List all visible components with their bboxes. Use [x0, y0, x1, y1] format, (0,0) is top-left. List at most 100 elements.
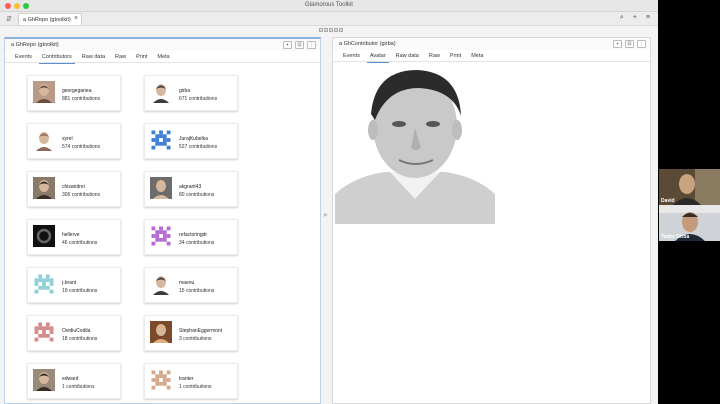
- avatar: [150, 81, 172, 103]
- contributor-name: girba: [179, 88, 191, 94]
- avatar: [150, 273, 172, 295]
- contribution-count: 1 contributions: [179, 384, 212, 390]
- avatar: [33, 225, 55, 247]
- more-icon[interactable]: ⋮: [637, 40, 646, 48]
- contributor-pane-title: a GhContributor (girba): [339, 41, 396, 47]
- contributor-card[interactable]: refactoringdr 34 contributions: [144, 219, 238, 255]
- avatar: [33, 81, 55, 103]
- window-title: Glamorous Toolkit: [305, 2, 353, 8]
- contributor-name: chisandrei: [62, 184, 85, 190]
- repo-pane-title: a GhRepo (gtoolkit): [11, 42, 59, 48]
- contribution-count: 19 contributions: [62, 288, 98, 294]
- contributor-name: edward: [62, 376, 79, 382]
- contributor-name: syrel: [62, 136, 73, 142]
- tab-print[interactable]: Print: [131, 51, 152, 63]
- tab-events[interactable]: Events: [338, 50, 365, 62]
- contributor-pane-actions: ▪ ⊡ ⋮: [613, 40, 646, 48]
- tab-raw[interactable]: Raw: [424, 50, 445, 62]
- avatar: [150, 369, 172, 391]
- participant-name: David: [661, 198, 675, 204]
- contributor-name: j-brant: [62, 280, 77, 286]
- avatar: [150, 129, 172, 151]
- contributor-name: StephanEggermont: [179, 328, 223, 334]
- contributor-name: georgeganea: [62, 88, 92, 94]
- tab-events[interactable]: Events: [10, 51, 37, 63]
- contribution-count: 46 contributions: [62, 240, 98, 246]
- app-window: Glamorous Toolkit ⇵ a GhRepo (gtoolkit) …: [0, 0, 658, 404]
- contributor-card[interactable]: maenu 15 contributions: [144, 267, 238, 303]
- tab-meta[interactable]: Meta: [152, 51, 174, 63]
- avatar: [150, 321, 172, 343]
- contribution-count: 1 contributions: [62, 384, 95, 390]
- contribution-count: 574 contributions: [62, 144, 101, 150]
- avatar: [150, 177, 172, 199]
- repo-pane-actions: ▪ ⊡ ⋮: [283, 41, 316, 49]
- participant-name: Tudor Gîrba: [661, 234, 690, 240]
- tab-raw[interactable]: Raw: [110, 51, 131, 63]
- avatar: [33, 129, 55, 151]
- contributor-card[interactable]: edward 1 contributions: [27, 363, 121, 399]
- inspect-icon[interactable]: ▪: [283, 41, 292, 49]
- avatar: [33, 177, 55, 199]
- inspect-icon[interactable]: ▪: [613, 40, 622, 48]
- contributor-card[interactable]: syrel 574 contributions: [27, 123, 121, 159]
- contributor-name: refactoringdr: [179, 232, 208, 238]
- contributor-name: OvidiuCodila: [62, 328, 91, 334]
- contribution-count: 671 contributions: [179, 96, 218, 102]
- contributor-card[interactable]: georgeganea 881 contributions: [27, 75, 121, 111]
- repo-view-tabs: Events Contributors Raw data Raw Print M…: [5, 51, 320, 64]
- participant-video-1[interactable]: David: [659, 169, 720, 205]
- contributor-card[interactable]: akgrant43 80 contributions: [144, 171, 238, 207]
- contributor-pane-header: a GhContributor (girba) ▪ ⊡ ⋮: [333, 38, 650, 50]
- pane-divider-arrow-icon[interactable]: ▸: [324, 210, 329, 220]
- contributor-card[interactable]: JurajKubelka 527 contributions: [144, 123, 238, 159]
- avatar: [33, 321, 55, 343]
- contribution-count: 3 contributions: [179, 336, 212, 342]
- tab-gh-repo[interactable]: a GhRepo (gtoolkit) ×: [18, 13, 82, 25]
- contribution-count: 527 contributions: [179, 144, 218, 150]
- contributor-card[interactable]: tranter 1 contributions: [144, 363, 238, 399]
- contributor-view-tabs: Events Avatar Raw data Raw Print Meta: [333, 50, 650, 63]
- contribution-count: 881 contributions: [62, 96, 101, 102]
- browse-icon[interactable]: ⊡: [625, 40, 634, 48]
- close-icon[interactable]: ×: [74, 15, 78, 22]
- participant-video-2[interactable]: Tudor Gîrba: [659, 205, 720, 241]
- contributor-name: tranter: [179, 376, 194, 382]
- menu-icon[interactable]: ≡: [646, 14, 650, 22]
- tab-print[interactable]: Print: [445, 50, 466, 62]
- contributor-card[interactable]: StephanEggermont 3 contributions: [144, 315, 238, 351]
- contribution-count: 306 contributions: [62, 192, 101, 198]
- tab-raw-data[interactable]: Raw data: [77, 51, 110, 63]
- tab-avatar[interactable]: Avatar: [365, 50, 391, 63]
- tab-raw-data[interactable]: Raw data: [391, 50, 424, 62]
- contributor-card[interactable]: OvidiuCodila 18 contributions: [27, 315, 121, 351]
- contribution-count: 18 contributions: [62, 336, 98, 342]
- avatar-photo: [335, 64, 495, 224]
- search-icon[interactable]: ⌕: [620, 14, 624, 22]
- contributor-card[interactable]: j-brant 19 contributions: [27, 267, 121, 303]
- contributor-name: akgrant43: [179, 184, 202, 190]
- contributor-name: maenu: [179, 280, 195, 286]
- tab-meta[interactable]: Meta: [466, 50, 488, 62]
- tab-contributors[interactable]: Contributors: [37, 51, 77, 64]
- contributor-pane: a GhContributor (girba) ▪ ⊡ ⋮ Events Ava…: [332, 37, 651, 404]
- add-icon[interactable]: +: [633, 14, 637, 22]
- contributor-card[interactable]: chisandrei 306 contributions: [27, 171, 121, 207]
- contributor-name: hellerve: [62, 232, 80, 238]
- contributor-card[interactable]: girba 671 contributions: [144, 75, 238, 111]
- contribution-count: 34 contributions: [179, 240, 215, 246]
- tab-label: a GhRepo (gtoolkit): [23, 17, 71, 23]
- browse-icon[interactable]: ⊡: [295, 41, 304, 49]
- more-icon[interactable]: ⋮: [307, 41, 316, 49]
- tab-bar: ⇵ a GhRepo (gtoolkit) × ⌕ + ≡: [0, 12, 658, 26]
- repo-pane-header: a GhRepo (gtoolkit) ▪ ⊡ ⋮: [5, 39, 320, 51]
- pane-navigator[interactable]: [319, 28, 343, 32]
- contribution-count: 80 contributions: [179, 192, 215, 198]
- avatar: [33, 273, 55, 295]
- title-bar: Glamorous Toolkit: [0, 0, 658, 12]
- avatar: [33, 369, 55, 391]
- contributor-card[interactable]: hellerve 46 contributions: [27, 219, 121, 255]
- expand-icon[interactable]: ⇵: [6, 15, 12, 23]
- toolbar-right: ⌕ + ≡: [620, 14, 650, 22]
- avatar: [150, 225, 172, 247]
